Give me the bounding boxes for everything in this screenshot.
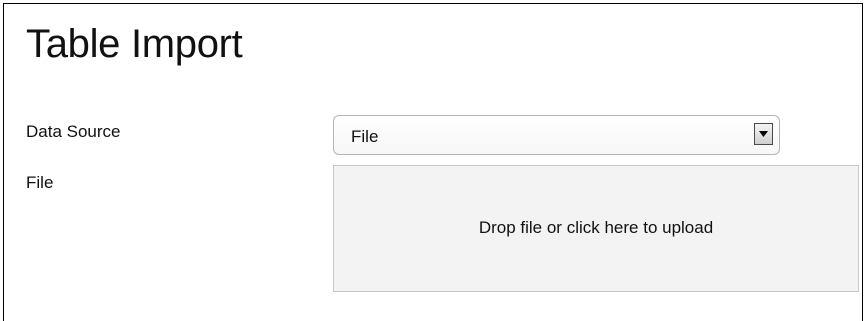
table-import-panel: Table Import Data Source File File Drop … [3, 3, 863, 321]
data-source-select[interactable]: File [333, 115, 780, 155]
data-source-selected-value: File [351, 127, 379, 146]
data-source-label: Data Source [26, 122, 121, 141]
chevron-down-icon-glyph [759, 131, 768, 137]
chevron-down-icon[interactable] [754, 123, 773, 145]
page-title: Table Import [26, 22, 243, 66]
dropzone-text: Drop file or click here to upload [478, 217, 714, 237]
file-upload-dropzone[interactable]: Drop file or click here to upload [333, 165, 859, 292]
file-label: File [26, 173, 54, 192]
